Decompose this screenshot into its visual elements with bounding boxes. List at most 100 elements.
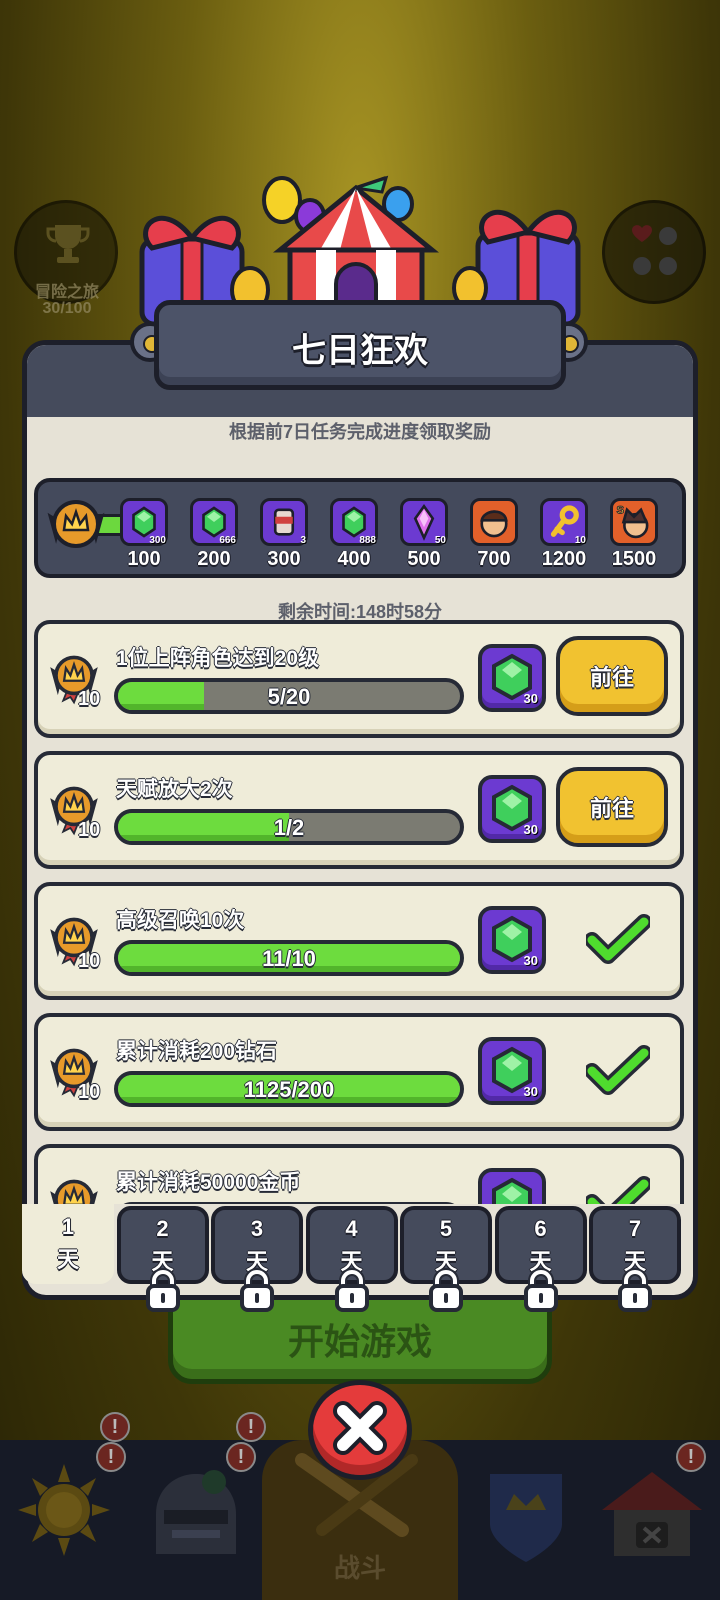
milestone-threshold: 100: [127, 548, 161, 570]
tab-day-number: 4: [345, 1216, 358, 1241]
lock-icon: [429, 1268, 463, 1312]
green-gem-icon: [492, 1177, 532, 1204]
trophy-icon: [46, 225, 90, 263]
subtitle: 根据前7日任务完成进度领取奖励: [228, 422, 491, 442]
go-button[interactable]: 前往: [556, 767, 668, 847]
crown-medal-icon: [47, 500, 105, 548]
lock-icon: [240, 1268, 274, 1312]
adventure-label: 冒险之旅: [34, 284, 99, 301]
task-name: 1位上阵角色达到20级: [116, 647, 320, 670]
close-button[interactable]: [308, 1380, 412, 1480]
menu-grid-button: [602, 200, 706, 304]
milestone-reward[interactable]: [470, 498, 518, 546]
task-progress-bar: 1125/200: [114, 1071, 464, 1107]
task-card: 10累计消耗50000金币30: [34, 1144, 684, 1204]
checkmark-icon: [586, 1045, 650, 1095]
task-name: 累计消耗200钻石: [116, 1040, 278, 1063]
reward-frame: [470, 498, 518, 546]
reward-quantity: 50: [434, 535, 446, 546]
milestone-track: 300 100 666 200 3 300 888 400 50 500 700 10 1200 S 150…: [34, 478, 686, 578]
task-progress-text: 1/2: [273, 815, 305, 840]
checkmark-icon: [586, 1176, 650, 1204]
task-name: 天赋放大2次: [116, 778, 233, 801]
task-card: 10 高级召唤10次 11/10 30: [34, 882, 684, 1000]
tab-day-label: 天: [56, 1247, 79, 1272]
notification-badge: !: [100, 1412, 130, 1442]
milestone-reward[interactable]: 10: [540, 498, 588, 546]
task-card: 10 1位上阵角色达到20级 5/20 30 前往: [34, 620, 684, 738]
go-button-label: 前往: [589, 665, 634, 690]
lock-icon: [334, 1268, 369, 1312]
crown-medal-icon: [50, 1179, 98, 1204]
milestone-reward[interactable]: 666: [190, 498, 238, 546]
reward-quantity: 30: [523, 822, 538, 837]
reward-quantity: 30: [523, 953, 538, 968]
notification-badge: !: [226, 1442, 256, 1472]
task-points: 10: [78, 819, 101, 841]
reward-frame: S: [610, 498, 658, 546]
milestone-threshold: 400: [337, 548, 371, 570]
svg-text:S: S: [617, 504, 625, 516]
reward-quantity: 3: [300, 535, 306, 546]
tab-day-number: 2: [156, 1216, 169, 1241]
s-rank-hero-icon: S: [616, 504, 649, 539]
milestone-reward[interactable]: 50: [400, 498, 448, 546]
task-list: 10 1位上阵角色达到20级 5/20 30 前往 10 天赋放大2次 1/2 30 前往 10 高级…: [22, 620, 698, 1204]
task-reward[interactable]: 30: [478, 1037, 546, 1105]
task-progress-bar: 11/10: [114, 940, 464, 976]
hero-portrait-icon: [480, 510, 508, 538]
tab-day-number: 1: [61, 1214, 75, 1239]
tab-day-number: 6: [534, 1216, 547, 1241]
milestone-threshold: 1500: [611, 548, 657, 570]
sun-icon: [18, 1464, 110, 1556]
task-points: 10: [78, 1081, 101, 1103]
adventure-count: 30/100: [42, 300, 92, 317]
task-progress-bar: 5/20: [114, 678, 464, 714]
task-reward[interactable]: 30: [478, 644, 546, 712]
milestone-reward[interactable]: 300: [120, 498, 168, 546]
task-reward[interactable]: 30: [478, 1168, 546, 1204]
milestone-reward[interactable]: 888: [330, 498, 378, 546]
nav-sun: [6, 1454, 126, 1584]
scroll-icon: [273, 508, 295, 536]
task-reward[interactable]: 30: [478, 775, 546, 843]
task-points: 10: [78, 950, 101, 972]
notification-badge: !: [96, 1442, 126, 1472]
checkmark-icon: [586, 914, 650, 964]
reward-quantity: 30: [523, 1084, 538, 1099]
reward-quantity: 666: [219, 535, 236, 546]
milestone-reward[interactable]: S: [610, 498, 658, 546]
tab-day-1[interactable]: 1天: [22, 1204, 114, 1284]
crown-shield-icon: [490, 1474, 562, 1562]
title-plate: 七日狂欢: [154, 300, 566, 390]
nav-helmet: [136, 1454, 256, 1584]
battle-label: 战斗: [333, 1553, 386, 1583]
milestone-threshold: 700: [477, 548, 511, 570]
heart-grid-icon: [632, 225, 677, 275]
knight-helmet-icon: [156, 1470, 236, 1554]
task-reward[interactable]: 30: [478, 906, 546, 974]
tab-day-number: 3: [250, 1216, 264, 1241]
nav-house: [592, 1454, 712, 1584]
task-progress-text: 11/10: [262, 946, 316, 971]
reward-quantity: 30: [523, 691, 538, 706]
close-icon: [333, 1401, 387, 1455]
task-name: 累计消耗50000金币: [116, 1171, 301, 1194]
task-progress-text: 1125/200: [243, 1077, 335, 1102]
lock-icon: [523, 1268, 558, 1312]
milestone-threshold: 200: [197, 548, 231, 570]
go-button-label: 前往: [589, 796, 634, 821]
notification-badge: !: [236, 1412, 266, 1442]
tab-day-number: 7: [628, 1216, 642, 1241]
page-title: 七日狂欢: [292, 332, 428, 370]
go-button[interactable]: 前往: [556, 636, 668, 716]
task-progress-bar: 1/2: [114, 809, 464, 845]
milestone-reward[interactable]: 3: [260, 498, 308, 546]
task-points: 10: [78, 688, 101, 710]
reward-quantity: 888: [359, 535, 376, 546]
reward-quantity: 10: [574, 535, 586, 546]
task-card: 10 天赋放大2次 1/2 30 前往: [34, 751, 684, 869]
start-game-label: 开始游戏: [287, 1321, 432, 1362]
milestone-threshold: 300: [267, 548, 301, 570]
reward-quantity: 300: [149, 535, 166, 546]
